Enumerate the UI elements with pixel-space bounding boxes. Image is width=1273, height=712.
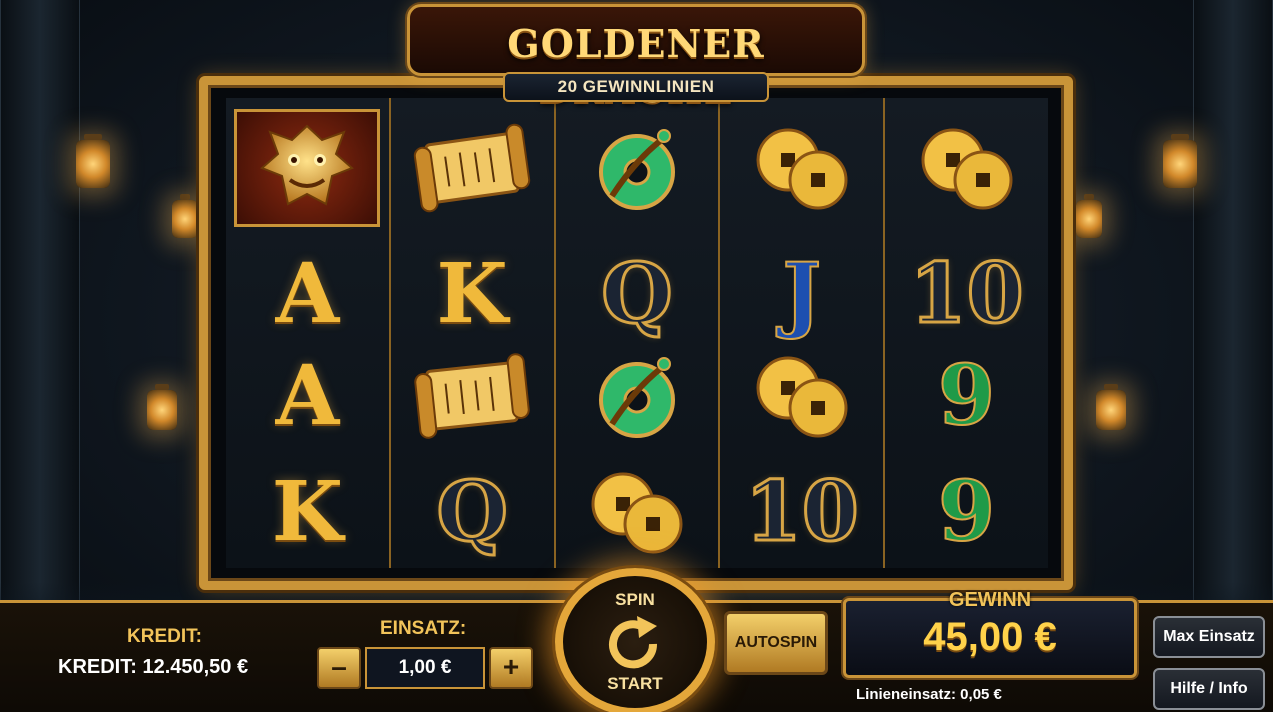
lantern-icon	[1076, 194, 1102, 238]
symbol-gold-coins	[720, 334, 883, 458]
symbol-label: A	[275, 348, 340, 444]
scroll-icon	[414, 123, 531, 213]
lantern-icon	[1096, 384, 1126, 430]
symbol-gold-coins	[885, 106, 1048, 230]
symbol-10: 10	[720, 450, 883, 574]
reel-grid: A A K K Q Q J 10 10 9 9	[226, 98, 1048, 568]
win-label: GEWINN	[948, 589, 1032, 611]
gold-coins-icon	[756, 356, 848, 438]
symbol-k: K	[226, 450, 389, 574]
spin-label: SPIN	[615, 590, 655, 609]
reel-3: Q	[555, 98, 721, 568]
lantern-icon	[172, 194, 198, 238]
symbol-label: K	[271, 464, 344, 560]
symbol-label: Q	[435, 464, 509, 560]
gold-coins-icon	[756, 128, 848, 210]
symbol-q: Q	[391, 450, 554, 574]
max-bet-button[interactable]: Max Einsatz	[1153, 616, 1265, 658]
right-pillar	[1193, 0, 1273, 622]
symbol-dragon	[226, 106, 389, 230]
bet-increase-button[interactable]: +	[489, 647, 533, 689]
symbol-label: 9	[937, 348, 996, 444]
symbol-scroll	[391, 106, 554, 230]
gold-coins-icon	[921, 128, 1013, 210]
title-banner: GOLDENER DRACHE	[407, 4, 865, 111]
reel-2: K Q	[390, 98, 556, 568]
reel-1: A A K	[226, 98, 391, 568]
symbol-label: K	[436, 246, 508, 342]
reel-4: J 10	[720, 98, 886, 568]
symbol-jade-coin	[556, 106, 719, 230]
win-display: GEWINN 45,00 €	[843, 589, 1137, 678]
symbol-gold-coins	[720, 106, 883, 230]
symbol-9: 9	[885, 334, 1048, 458]
jade-coin-icon	[598, 129, 675, 210]
jade-coin-icon	[598, 357, 675, 438]
symbol-label: 9	[937, 464, 996, 560]
reel-5: 10 9 9	[885, 98, 1048, 568]
symbol-label: 10	[908, 246, 1025, 342]
help-info-button[interactable]: Hilfe / Info	[1153, 668, 1265, 710]
symbol-a: A	[226, 334, 389, 458]
spin-button[interactable]: SPIN START	[555, 568, 715, 712]
bet-decrease-button[interactable]: –	[317, 647, 361, 689]
start-label: START	[607, 674, 663, 693]
symbol-label: 10	[743, 464, 860, 560]
lantern-icon	[1163, 134, 1197, 188]
credit-value: KREDIT: 12.450,50 €	[58, 656, 249, 678]
dragon-icon	[234, 109, 381, 227]
lantern-icon	[147, 384, 177, 430]
paylines-label: 20 GEWINNLINIEN	[503, 72, 769, 102]
refresh-icon	[609, 616, 658, 669]
gold-coins-icon	[591, 472, 683, 554]
win-value: 45,00 €	[923, 615, 1057, 659]
left-pillar	[0, 0, 80, 622]
bet-label: EINSATZ:	[380, 618, 467, 639]
symbol-jade-coin	[556, 334, 719, 458]
autospin-button[interactable]: AUTOSPIN	[724, 611, 828, 675]
symbol-label: A	[275, 246, 340, 342]
scroll-icon	[414, 353, 530, 439]
lantern-icon	[76, 134, 110, 188]
symbol-label: Q	[600, 246, 674, 342]
symbol-9: 9	[885, 450, 1048, 574]
credit-label: KREDIT:	[127, 626, 202, 647]
symbol-gold-coins	[556, 450, 719, 574]
line-bet: Linieneinsatz: 0,05 €	[856, 686, 1002, 703]
bet-value: 1,00 €	[365, 647, 485, 689]
symbol-label: J	[781, 246, 822, 342]
symbol-scroll	[391, 334, 554, 458]
